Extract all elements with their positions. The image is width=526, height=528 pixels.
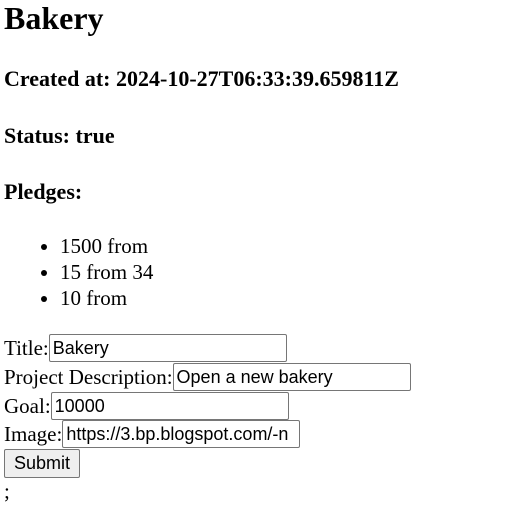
goal-row: Goal: — [4, 392, 289, 420]
goal-input[interactable] — [50, 392, 289, 420]
description-label: Project Description: — [4, 365, 173, 389]
pledge-item: 1500 from — [60, 233, 153, 259]
pledge-item: 10 from — [60, 285, 153, 311]
description-row: Project Description: — [4, 363, 411, 391]
image-label: Image: — [4, 422, 63, 446]
submit-button[interactable]: Submit — [4, 449, 81, 478]
title-row: Title: — [4, 334, 287, 362]
pledge-item: 15 from 34 — [60, 259, 153, 285]
trailing-semicolon: ; — [4, 479, 10, 503]
image-url-input[interactable] — [62, 420, 301, 448]
description-input[interactable] — [172, 363, 411, 391]
image-row: Image: — [4, 420, 301, 448]
pledges-heading: Pledges: — [4, 179, 83, 204]
created-at-heading: Created at: 2024-10-27T06:33:39.659811Z — [4, 66, 399, 91]
title-label: Title: — [4, 336, 49, 360]
page-title: Bakery — [4, 0, 104, 36]
status-heading: Status: true — [4, 123, 115, 148]
goal-label: Goal: — [4, 394, 51, 418]
pledge-list: 1500 from 15 from 34 10 from — [4, 233, 153, 311]
title-input[interactable] — [48, 334, 287, 362]
